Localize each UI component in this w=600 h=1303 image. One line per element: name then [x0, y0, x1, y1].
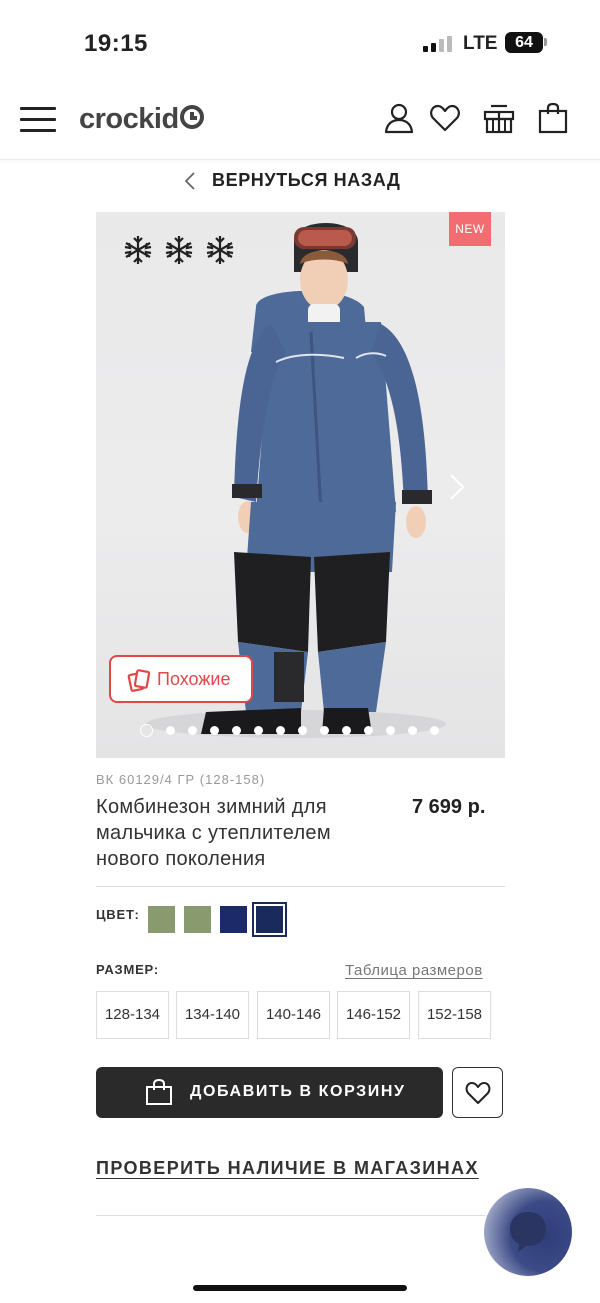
cards-icon: [127, 668, 151, 697]
color-swatch-olive[interactable]: [148, 906, 175, 933]
similar-label: Похожие: [157, 669, 231, 689]
heart-icon: [465, 1082, 491, 1104]
back-label: ВЕРНУТЬСЯ НАЗАД: [212, 170, 401, 190]
size-label: РАЗМЕР:: [96, 962, 159, 977]
size-option[interactable]: 134-140: [176, 991, 249, 1039]
product-sku: ВК 60129/4 ГР (128-158): [96, 772, 266, 787]
gift-icon[interactable]: [482, 102, 516, 136]
network-type: LTE: [463, 33, 498, 54]
size-table-link[interactable]: Таблица размеров: [345, 962, 483, 979]
logo-mark-icon: [179, 104, 205, 138]
check-stores-link[interactable]: ПРОВЕРИТЬ НАЛИЧИЕ В МАГАЗИНАХ: [96, 1158, 479, 1179]
chevron-right-icon[interactable]: [448, 472, 466, 507]
carousel-dot[interactable]: [254, 726, 263, 735]
snowflake-icon: [124, 236, 152, 264]
site-header: crockid: [0, 80, 600, 160]
carousel-dot[interactable]: [408, 726, 417, 735]
size-option[interactable]: 146-152: [337, 991, 410, 1039]
color-swatch-olive-2[interactable]: [184, 906, 211, 933]
battery-cap: [544, 38, 547, 46]
carousel-dot[interactable]: [386, 726, 395, 735]
carousel-dot[interactable]: [140, 724, 153, 737]
chat-icon: [510, 1212, 546, 1252]
divider: [96, 1215, 505, 1216]
carousel-dot[interactable]: [166, 726, 175, 735]
product-title: Комбинезон зимний для мальчика с утеплит…: [96, 796, 331, 870]
color-swatch-navy[interactable]: [220, 906, 247, 933]
carousel-dot[interactable]: [210, 726, 219, 735]
signal-icon: [423, 36, 453, 52]
logo[interactable]: crockid: [79, 102, 205, 136]
size-option[interactable]: 152-158: [418, 991, 491, 1039]
status-time: 19:15: [84, 30, 148, 57]
product-price: 7 699 р.: [412, 796, 486, 818]
cart-icon[interactable]: [537, 102, 571, 136]
carousel-dot[interactable]: [342, 726, 351, 735]
warmth-rating: [122, 234, 236, 266]
menu-icon[interactable]: [20, 107, 56, 133]
product-image[interactable]: NEW Похожие: [96, 212, 505, 758]
similar-button[interactable]: Похожие: [109, 655, 253, 703]
logo-text: crockid: [79, 103, 179, 135]
carousel-dot[interactable]: [320, 726, 329, 735]
carousel-dots[interactable]: [140, 724, 439, 737]
divider: [96, 886, 505, 887]
color-swatch-navy-selected[interactable]: [252, 902, 287, 937]
chat-button[interactable]: [484, 1188, 572, 1276]
status-bar: 19:15 LTE 64: [0, 0, 600, 80]
chevron-left-icon: [184, 171, 196, 196]
favorite-button[interactable]: [452, 1067, 503, 1118]
cart-icon: [145, 1078, 173, 1111]
new-badge: NEW: [449, 212, 491, 246]
size-option[interactable]: 140-146: [257, 991, 330, 1039]
size-option[interactable]: 128-134: [96, 991, 169, 1039]
carousel-dot[interactable]: [298, 726, 307, 735]
add-to-cart-button[interactable]: ДОБАВИТЬ В КОРЗИНУ: [96, 1067, 443, 1118]
carousel-dot[interactable]: [188, 726, 197, 735]
account-icon[interactable]: [383, 102, 417, 136]
carousel-dot[interactable]: [232, 726, 241, 735]
snowflake-icon: [206, 236, 234, 264]
carousel-dot[interactable]: [364, 726, 373, 735]
back-link[interactable]: ВЕРНУТЬСЯ НАЗАД: [0, 166, 600, 196]
battery-icon: 64: [505, 32, 543, 53]
snowflake-icon: [165, 236, 193, 264]
color-label: ЦВЕТ:: [96, 907, 140, 922]
home-indicator: [193, 1285, 407, 1291]
add-to-cart-label: ДОБАВИТЬ В КОРЗИНУ: [190, 1083, 406, 1100]
carousel-dot[interactable]: [430, 726, 439, 735]
carousel-dot[interactable]: [276, 726, 285, 735]
heart-icon[interactable]: [429, 102, 463, 136]
